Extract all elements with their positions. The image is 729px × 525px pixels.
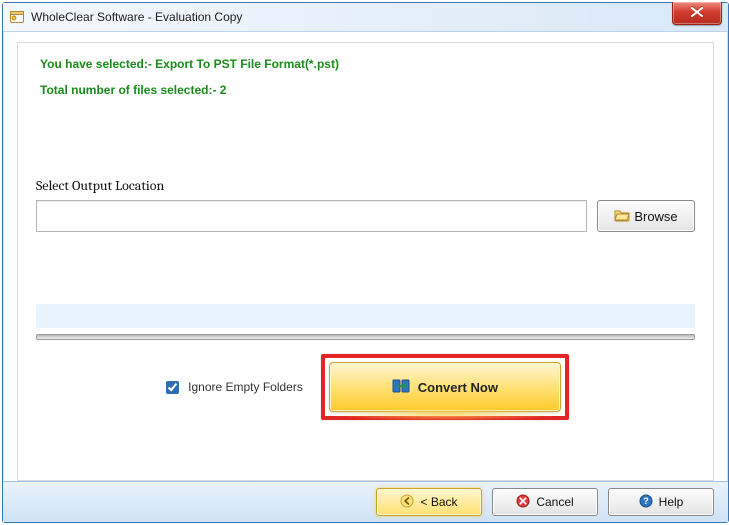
output-row: Browse — [36, 200, 695, 232]
help-button[interactable]: ? Help — [608, 488, 714, 516]
back-button[interactable]: < Back — [376, 488, 482, 516]
title-bar: WholeClear Software - Evaluation Copy — [3, 3, 728, 32]
ignore-empty-label: Ignore Empty Folders — [188, 380, 303, 394]
folder-open-icon — [614, 208, 630, 225]
ignore-empty-checkbox[interactable] — [166, 381, 179, 394]
convert-highlight-frame: Convert Now — [321, 354, 569, 420]
convert-icon — [392, 377, 410, 398]
convert-glow — [328, 407, 562, 421]
convert-now-button[interactable]: Convert Now — [329, 362, 561, 412]
separator-3d — [36, 334, 695, 340]
cancel-circle-icon — [516, 494, 530, 511]
output-location-label: Select Output Location — [36, 177, 695, 194]
close-button[interactable] — [672, 2, 722, 25]
output-path-input[interactable] — [36, 200, 587, 232]
info-count: Total number of files selected:- 2 — [40, 83, 695, 97]
cancel-label: Cancel — [536, 495, 573, 509]
main-panel: You have selected:- Export To PST File F… — [17, 42, 714, 481]
app-window: WholeClear Software - Evaluation Copy Yo… — [2, 2, 729, 523]
svg-text:?: ? — [643, 496, 649, 506]
action-row: Ignore Empty Folders Convert Now — [36, 354, 695, 420]
arrow-left-circle-icon — [400, 494, 414, 511]
info-export: You have selected:- Export To PST File F… — [40, 57, 695, 71]
footer-bar: < Back Cancel ? Help — [3, 481, 728, 522]
app-icon — [9, 9, 25, 25]
cancel-button[interactable]: Cancel — [492, 488, 598, 516]
browse-button[interactable]: Browse — [597, 200, 695, 232]
convert-label: Convert Now — [418, 380, 498, 395]
back-label: < Back — [420, 495, 457, 509]
ignore-empty-folders[interactable]: Ignore Empty Folders — [162, 378, 303, 397]
browse-label: Browse — [634, 209, 677, 224]
close-icon — [691, 6, 703, 20]
content-area: You have selected:- Export To PST File F… — [3, 32, 728, 481]
window-title: WholeClear Software - Evaluation Copy — [31, 10, 242, 24]
progress-placeholder — [36, 304, 695, 328]
help-circle-icon: ? — [639, 494, 653, 511]
help-label: Help — [659, 495, 684, 509]
